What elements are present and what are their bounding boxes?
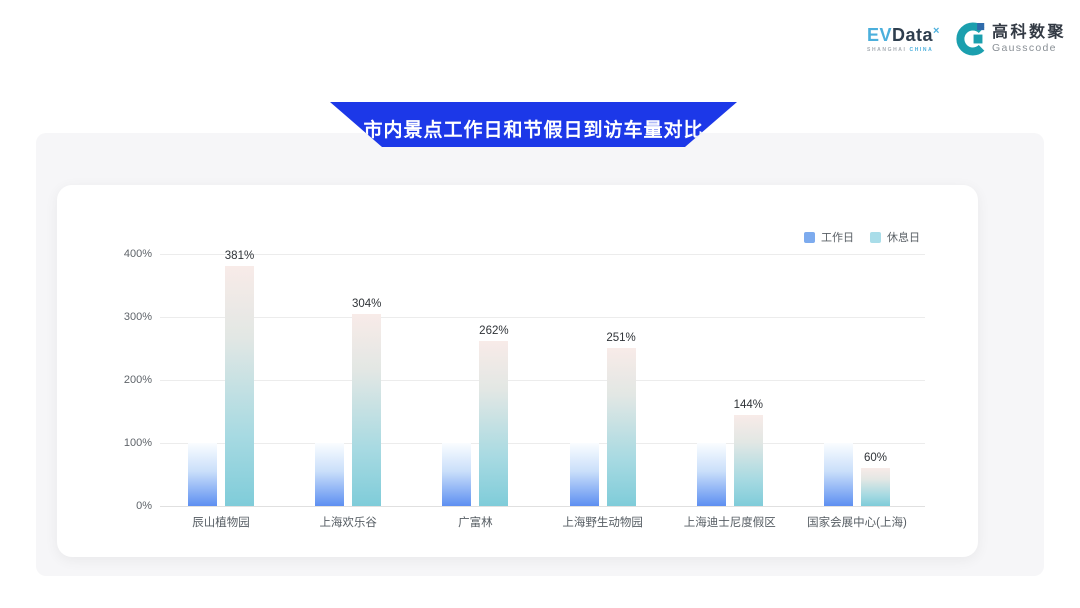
bar-value-label: 304% [327,298,407,310]
evdata-x-mark-icon: × [933,25,940,37]
bar-workday [315,443,344,506]
x-axis-line [160,506,925,507]
bar-value-label: 60% [836,452,916,464]
evdata-wordmark: EVData× [867,26,940,44]
evdata-subtext-china: CHINA [909,47,933,53]
content-panel: 工作日休息日 0%100%200%300%400%381%辰山植物园304%上海… [36,133,1044,576]
bar-restday [352,314,381,506]
gausscode-g-icon [954,22,986,56]
bar-value-label: 251% [581,332,661,344]
bar-restday [225,266,254,506]
gridline [160,380,925,381]
chart-card: 工作日休息日 0%100%200%300%400%381%辰山植物园304%上海… [57,185,978,557]
bar-workday [697,443,726,506]
bar-restday [607,348,636,506]
bar-value-label: 144% [708,399,788,411]
evdata-data-text: Data [892,25,933,45]
bar-restday [734,415,763,506]
gausscode-logo: 高科数聚 Gausscode [954,22,1066,56]
bar-restday [479,341,508,506]
gausscode-en-name: Gausscode [992,42,1066,54]
gridline [160,443,925,444]
page: EVData× SHANGHAI CHINA 高科数聚 Gausscode 市内… [0,0,1080,608]
bar-workday [570,443,599,506]
bar-restday [861,468,890,506]
evdata-subtext-shanghai: SHANGHAI [867,47,906,53]
gridline [160,317,925,318]
bar-workday [188,443,217,506]
bar-workday [442,443,471,506]
evdata-logo: EVData× SHANGHAI CHINA [867,22,940,53]
bar-value-label: 262% [454,325,534,337]
page-title: 市内景点工作日和节假日到访车量对比 [363,115,703,142]
evdata-subtext: SHANGHAI CHINA [867,47,940,53]
header-logos: EVData× SHANGHAI CHINA 高科数聚 Gausscode [867,22,1066,56]
evdata-ev-text: EV [867,25,892,45]
x-axis-label: 国家会展中心(上海) [782,514,932,530]
y-axis-tick: 100% [95,437,152,449]
title-banner: 市内景点工作日和节假日到访车量对比 [330,102,737,147]
y-axis-tick: 200% [95,374,152,386]
y-axis-tick: 0% [95,500,152,512]
bar-chart: 0%100%200%300%400%381%辰山植物园304%上海欢乐谷262%… [57,185,978,557]
y-axis-tick: 400% [95,248,152,260]
bar-value-label: 381% [200,250,280,262]
gausscode-cn-name: 高科数聚 [992,24,1066,42]
y-axis-tick: 300% [95,311,152,323]
gausscode-text: 高科数聚 Gausscode [992,24,1066,54]
